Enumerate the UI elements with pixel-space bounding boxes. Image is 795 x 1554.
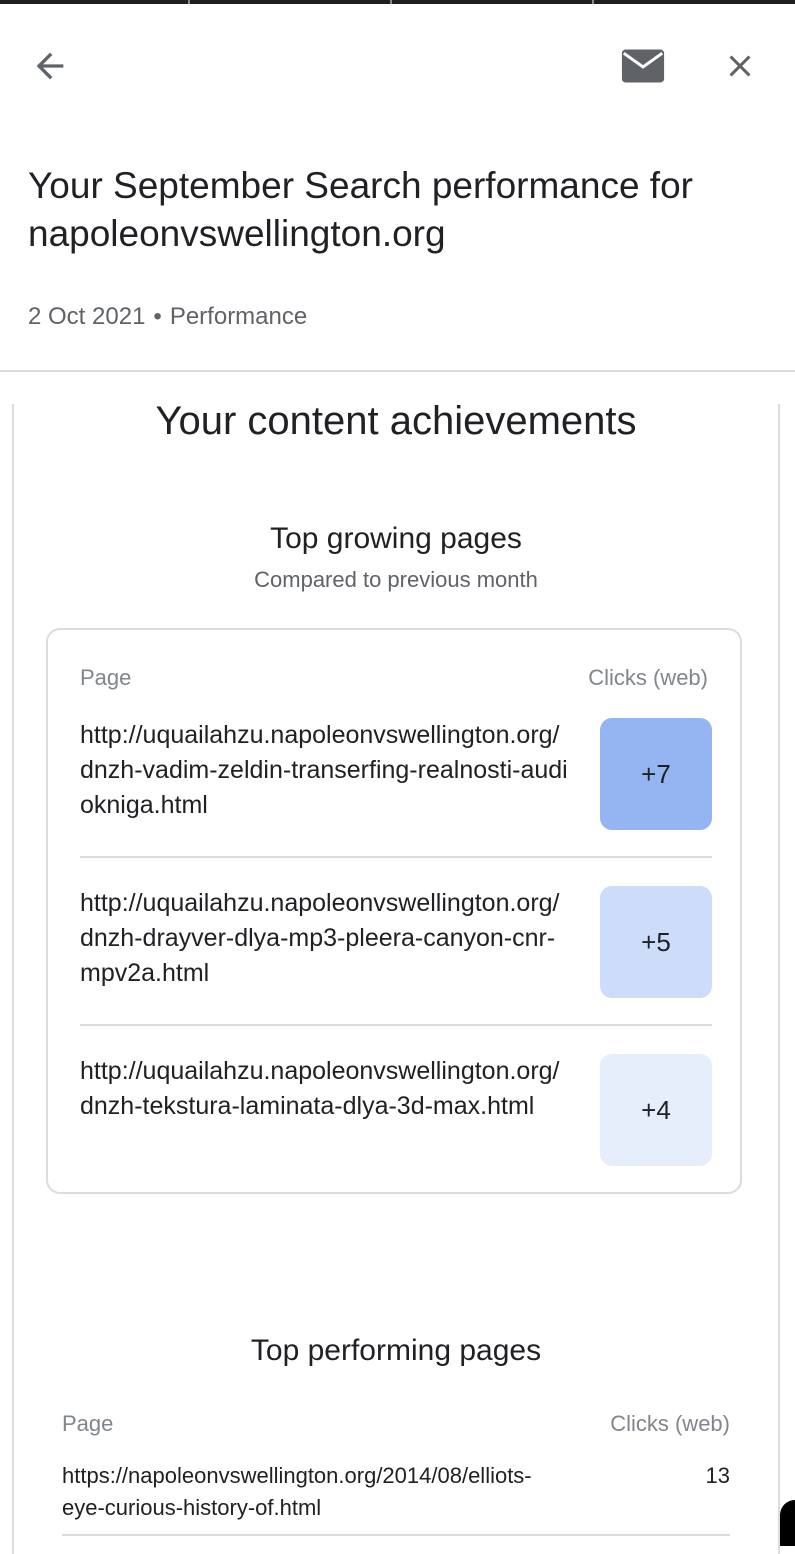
top-border-segment <box>592 0 594 4</box>
top-growing-pages-table: Page Clicks (web) http://uquailahzu.napo… <box>46 628 742 1194</box>
top-border-segment <box>390 0 392 4</box>
window-top-border <box>0 0 795 4</box>
page-url-link[interactable]: http://uquailahzu.napoleonvswellington.o… <box>80 1054 572 1124</box>
clicks-change-badge: +7 <box>600 718 712 830</box>
back-button[interactable] <box>26 42 74 90</box>
window-corner <box>780 1500 795 1546</box>
page-url-link[interactable]: https://napoleonvswellington.org/2014/08… <box>62 1460 532 1524</box>
top-performing-pages-title: Top performing pages <box>250 1334 542 1367</box>
close-icon <box>729 55 751 77</box>
email-category[interactable]: Performance <box>170 303 307 330</box>
mail-icon <box>621 49 665 83</box>
table-row: http://uquailahzu.napoleonvswellington.o… <box>80 1054 712 1166</box>
clicks-change-badge: +4 <box>600 1054 712 1166</box>
top-growing-pages-subtitle: Compared to previous month <box>254 567 538 592</box>
header-divider <box>0 370 795 372</box>
email-meta: 2 Oct 2021 • Performance <box>28 302 307 332</box>
meta-separator: • <box>153 303 162 330</box>
email-date: 2 Oct 2021 <box>28 303 146 330</box>
close-button[interactable] <box>716 42 764 90</box>
table-row: http://uquailahzu.napoleonvswellington.o… <box>80 886 712 998</box>
table-row: http://uquailahzu.napoleonvswellington.o… <box>80 718 712 830</box>
clicks-value: 13 <box>705 1463 730 1488</box>
email-body-card: Your content achievements Top growing pa… <box>12 404 780 1554</box>
page-url-link[interactable]: http://uquailahzu.napoleonvswellington.o… <box>80 718 572 823</box>
clicks-column-header: Clicks (web) <box>610 1411 730 1436</box>
content-achievements-heading: Your content achievements <box>155 404 637 443</box>
row-divider <box>80 1024 712 1026</box>
clicks-column-header: Clicks (web) <box>588 665 708 690</box>
page-url-link[interactable]: http://uquailahzu.napoleonvswellington.o… <box>80 886 572 991</box>
email-button[interactable] <box>616 42 670 90</box>
top-border-segment <box>188 0 190 4</box>
page-column-header: Page <box>62 1411 114 1436</box>
page-column-header: Page <box>80 665 132 690</box>
email-subject-title: Your September Search performance for na… <box>28 165 693 254</box>
row-divider <box>80 856 712 858</box>
arrow-left-icon <box>36 52 64 80</box>
clicks-change-badge: +5 <box>600 886 712 998</box>
top-growing-pages-title: Top growing pages <box>270 522 522 555</box>
row-divider <box>62 1534 730 1536</box>
